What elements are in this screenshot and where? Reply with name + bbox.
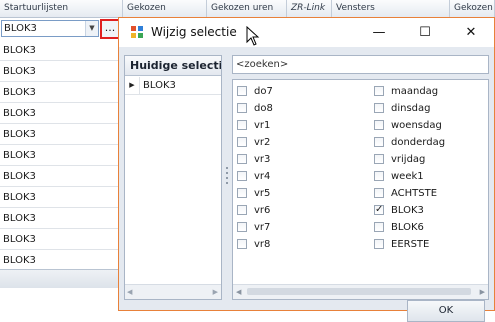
option-label: vr2: [254, 137, 271, 148]
scroll-right-icon[interactable]: ▶: [213, 288, 218, 296]
splitter-handle[interactable]: [226, 167, 229, 187]
column-header-gekozen[interactable]: Gekozen: [123, 0, 207, 17]
startuurlijst-combo[interactable]: BLOK3 ▼: [1, 20, 99, 37]
table-row[interactable]: BLOK3: [0, 124, 123, 145]
option-label: maandag: [391, 86, 439, 97]
grid-footer: [0, 269, 123, 288]
scroll-right-icon[interactable]: ▶: [480, 288, 485, 296]
option-label: BLOK6: [391, 222, 424, 233]
checkbox-icon: [374, 222, 384, 232]
table-row[interactable]: BLOK3: [0, 40, 123, 61]
checkbox-icon: [374, 120, 384, 130]
minimize-button[interactable]: —: [356, 18, 402, 47]
table-row[interactable]: BLOK3: [0, 166, 123, 187]
list-item[interactable]: ▶ BLOK3: [125, 77, 221, 95]
dialog-title: Wijzig selectie: [151, 25, 237, 39]
chevron-down-icon[interactable]: ▼: [85, 21, 98, 36]
scrollbar-thumb[interactable]: [247, 288, 471, 295]
option-label: vr5: [254, 188, 271, 199]
dialog-titlebar[interactable]: Wijzig selectie — ☐ ✕: [119, 18, 494, 47]
checkbox-icon: [374, 188, 384, 198]
column-header-startuurlijsten[interactable]: Startuurlijsten: [0, 0, 123, 17]
search-input[interactable]: <zoeken>: [232, 55, 489, 74]
option-label: BLOK3: [391, 205, 424, 216]
list-item-label: BLOK3: [143, 80, 176, 91]
checkbox-icon: [374, 137, 384, 147]
scroll-left-icon[interactable]: ◀: [127, 288, 132, 296]
checkbox-icon: [374, 239, 384, 249]
option-label: vr8: [254, 239, 271, 250]
checkbox-icon: [237, 120, 247, 130]
scroll-left-icon[interactable]: ◀: [236, 288, 241, 296]
wijzig-selectie-dialog: Wijzig selectie — ☐ ✕ Huidige selectie ▶…: [118, 17, 495, 322]
option-label: vr1: [254, 120, 271, 131]
table-row[interactable]: BLOK3: [0, 61, 123, 82]
checkbox-icon: [374, 171, 384, 181]
checkbox-icon: [237, 171, 247, 181]
column-header-gekozen-uren[interactable]: Gekozen uren: [207, 0, 287, 17]
mouse-cursor-icon: [246, 26, 260, 46]
option-label: ACHTSTE: [391, 188, 438, 199]
checkbox-icon: [237, 222, 247, 232]
combo-value: BLOK3: [4, 23, 37, 34]
column-header-vensters[interactable]: Vensters: [332, 0, 450, 17]
table-row[interactable]: BLOK3: [0, 187, 123, 208]
checkbox-icon: [237, 86, 247, 96]
table-row[interactable]: BLOK3: [0, 208, 123, 229]
checkbox-icon: [374, 154, 384, 164]
table-row[interactable]: BLOK3: [0, 145, 123, 166]
ellipsis-button[interactable]: ...: [100, 19, 120, 39]
option-label: vrijdag: [391, 154, 426, 165]
ok-button[interactable]: OK: [407, 300, 485, 322]
option-label: donderdag: [391, 137, 446, 148]
options-list: do7 do8 vr1 vr2 vr3 vr4 vr5 vr6 vr7 vr8 …: [232, 79, 489, 300]
dialog-body: Huidige selectie ▶ BLOK3 ◀ ▶ <zoeken> do…: [119, 47, 494, 322]
table-row[interactable]: BLOK3: [0, 82, 123, 103]
options-panel: <zoeken> do7 do8 vr1 vr2 vr3 vr4 vr5 vr6…: [232, 55, 489, 300]
checkbox-icon: [237, 239, 247, 249]
close-button[interactable]: ✕: [448, 18, 494, 47]
option-label: week1: [391, 171, 424, 182]
option-label: vr6: [254, 205, 271, 216]
option-label: EERSTE: [391, 239, 430, 250]
option-label: do8: [254, 103, 273, 114]
checkbox-icon: [374, 103, 384, 113]
table-row[interactable]: BLOK3: [0, 103, 123, 124]
horizontal-scrollbar[interactable]: ◀ ▶: [233, 284, 488, 299]
option-label: dinsdag: [391, 103, 431, 114]
checkbox-icon: [374, 86, 384, 96]
option-label: vr7: [254, 222, 271, 233]
checkbox-icon: [237, 154, 247, 164]
table-row[interactable]: BLOK3: [0, 250, 123, 271]
active-cell-editor: BLOK3 ▼ ...: [0, 19, 123, 40]
checkbox-icon: [237, 137, 247, 147]
table-row[interactable]: BLOK3: [0, 229, 123, 250]
option-label: vr3: [254, 154, 271, 165]
horizontal-scrollbar[interactable]: ◀ ▶: [125, 284, 221, 299]
current-selection-header: Huidige selectie: [125, 56, 221, 76]
checkbox-icon: [237, 103, 247, 113]
checkbox-icon: [237, 205, 247, 215]
option-label: vr4: [254, 171, 271, 182]
checkbox-checked-icon: [374, 203, 384, 217]
app-icon: [131, 26, 144, 39]
column-header-gekozen-2[interactable]: Gekozen: [450, 0, 495, 17]
option-label: woensdag: [391, 120, 442, 131]
current-selection-panel: Huidige selectie ▶ BLOK3 ◀ ▶: [124, 55, 222, 300]
checkbox-icon: [237, 188, 247, 198]
column-header-zr-link[interactable]: ZR-Link: [287, 0, 332, 17]
maximize-button[interactable]: ☐: [402, 18, 448, 47]
grid-header: Startuurlijsten Gekozen Gekozen uren ZR-…: [0, 0, 495, 18]
option-label: do7: [254, 86, 273, 97]
row-indicator-icon: ▶: [125, 77, 140, 94]
